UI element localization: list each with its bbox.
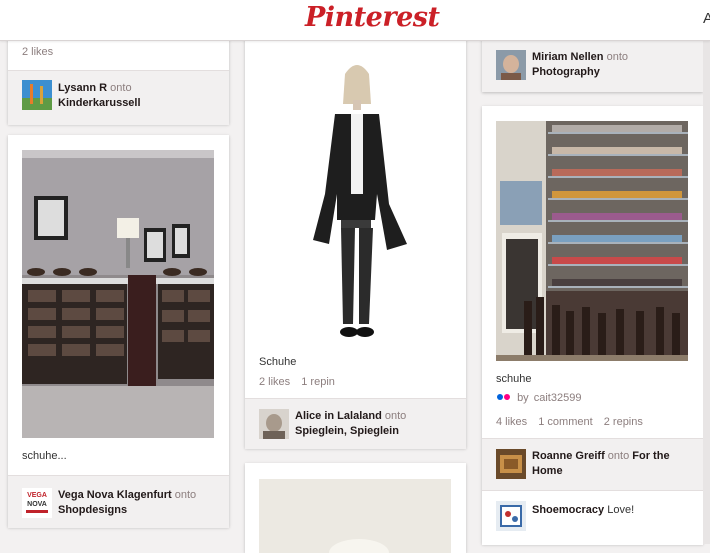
pin-description: schuhe...	[22, 450, 67, 462]
user-name-link[interactable]: Vega Nova Klagenfurt	[58, 489, 172, 501]
top-bar: Pinterest A	[0, 0, 710, 41]
shoe-store-image	[22, 150, 214, 438]
pin-image-shoe-store[interactable]	[22, 150, 214, 438]
page-right-edge	[703, 41, 710, 544]
comment-text: Shoemocracy Love!	[532, 503, 634, 518]
avatar-image	[259, 409, 289, 439]
pin-stats: 4 likes 1 comment 2 repins	[496, 416, 651, 428]
pin-comment: Shoemocracy Love!	[482, 490, 703, 545]
vega-nova-logo: VEGA NOVA	[22, 488, 52, 518]
onto-label: onto	[606, 51, 629, 63]
pin-card[interactable]: Schuhe 2 likes 1 repin Alice in Lalaland…	[245, 30, 466, 449]
user-avatar[interactable]	[22, 80, 52, 110]
board-name-link-line1[interactable]: For the	[632, 450, 669, 462]
comments-count[interactable]: 1 comment	[538, 416, 592, 428]
likes-count[interactable]: 4 likes	[496, 416, 527, 428]
board-name-link-line2[interactable]: Home	[532, 465, 563, 477]
pin-stats: 2 likes	[22, 46, 61, 58]
pin-attribution[interactable]: VEGA NOVA Vega Nova Klagenfurt onto Shop…	[8, 475, 229, 528]
attribution-text: Vega Nova Klagenfurt onto Shopdesigns	[58, 488, 196, 518]
user-avatar[interactable]	[496, 449, 526, 479]
attribution-text: Roanne Greiff onto For the Home	[532, 449, 670, 479]
avatar-image	[496, 501, 526, 531]
pin-image-fashion-model[interactable]	[259, 44, 451, 346]
pin-description: schuhe	[496, 373, 532, 385]
shoe-wall-image	[496, 121, 688, 361]
attribution-text: Lysann R onto Kinderkarussell	[58, 81, 141, 111]
user-avatar[interactable]: VEGA NOVA	[22, 488, 52, 518]
avatar-image	[22, 80, 52, 110]
pin-attribution[interactable]: Alice in Lalaland onto Spieglein, Spiegl…	[245, 398, 466, 449]
pin-card[interactable]	[245, 463, 466, 553]
repins-count[interactable]: 2 repins	[604, 416, 643, 428]
header-menu-fragment[interactable]: A	[703, 10, 710, 27]
repins-count[interactable]: 1 repin	[301, 376, 335, 388]
user-avatar[interactable]	[259, 409, 289, 439]
pin-card[interactable]: 2 likes Lysann R onto Kinderkarussell	[8, 30, 229, 125]
user-name-link[interactable]: Roanne Greiff	[532, 450, 605, 462]
board-name-link[interactable]: Kinderkarussell	[58, 97, 141, 109]
onto-label: onto	[174, 489, 197, 501]
fashion-model-image	[259, 44, 451, 346]
likes-count[interactable]: 2 likes	[22, 46, 53, 58]
likes-count[interactable]: 2 likes	[259, 376, 290, 388]
onto-label: onto	[384, 410, 407, 422]
flickr-dots	[497, 394, 510, 400]
user-avatar[interactable]	[496, 50, 526, 80]
attribution-text: Miriam Nellen onto Photography	[532, 50, 628, 80]
board-name-link[interactable]: Photography	[532, 66, 600, 78]
pin-image-partial	[259, 479, 451, 553]
pin-attribution[interactable]: Roanne Greiff onto For the Home	[482, 438, 703, 491]
pinterest-logo[interactable]: Pinterest	[305, 2, 440, 33]
commenter-avatar[interactable]	[496, 501, 526, 531]
pin-card[interactable]: schuhe... VEGA NOVA Vega Nova Klagenfurt…	[8, 135, 229, 528]
board-name-link[interactable]: Spieglein, Spieglein	[295, 425, 399, 437]
pin-description: Schuhe	[259, 356, 297, 368]
avatar-image	[496, 449, 526, 479]
source-user-link[interactable]: cait32599	[534, 392, 582, 404]
pin-image-shoe-wall[interactable]	[496, 121, 688, 361]
onto-label: onto	[110, 82, 132, 94]
avatar-image	[496, 50, 526, 80]
avatar-logo-text-2: NOVA	[27, 501, 47, 508]
pin-attribution[interactable]: Miriam Nellen onto Photography	[482, 40, 703, 92]
onto-label: onto	[607, 450, 630, 462]
board-name-link[interactable]: Shopdesigns	[58, 504, 127, 516]
attribution-text: Alice in Lalaland onto Spieglein, Spiegl…	[295, 409, 406, 439]
user-name-link[interactable]: Alice in Lalaland	[295, 410, 382, 422]
pin-attribution[interactable]: Lysann R onto Kinderkarussell	[8, 70, 229, 125]
by-label: by	[517, 392, 529, 404]
user-name-link[interactable]: Lysann R	[58, 82, 107, 94]
commenter-name-link[interactable]: Shoemocracy	[532, 504, 604, 516]
pin-source: by cait32599	[496, 392, 589, 404]
avatar-logo-text-1: VEGA	[27, 492, 47, 499]
user-name-link[interactable]: Miriam Nellen	[532, 51, 604, 63]
pin-image[interactable]	[259, 479, 451, 553]
flickr-icon	[496, 392, 512, 404]
pin-card[interactable]: schuhe by cait32599 4 likes 1 comment 2 …	[482, 106, 703, 545]
pin-stats: 2 likes 1 repin	[259, 376, 343, 388]
comment-body: Love!	[607, 504, 635, 516]
